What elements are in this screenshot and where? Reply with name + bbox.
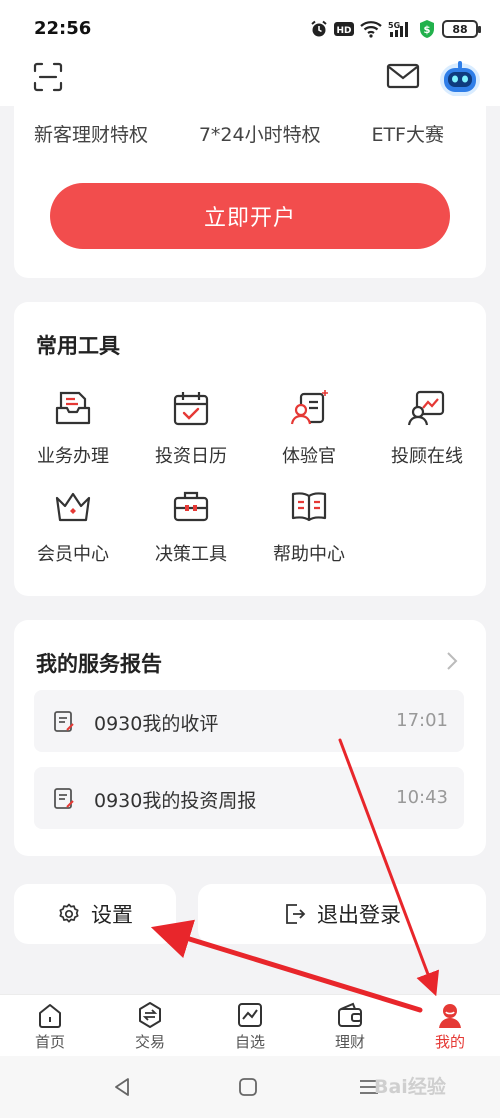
- report-item[interactable]: 0930我的投资周报 10:43: [34, 767, 464, 829]
- service-reports-card: 我的服务报告 0930我的收评 17:01 0930我的投资周报 10:43: [14, 620, 486, 856]
- back-icon[interactable]: [112, 1076, 132, 1098]
- tab-home[interactable]: 首页: [0, 995, 100, 1057]
- mail-icon[interactable]: [386, 63, 420, 89]
- account-card: 新客理财特权 7*24小时特权 ETF大赛 立即开户: [14, 96, 486, 278]
- wallet-icon: [338, 1002, 362, 1027]
- wifi-icon: [360, 21, 382, 38]
- tool-label: 决策工具: [155, 544, 227, 565]
- tool-member-center[interactable]: 会员中心: [14, 486, 132, 582]
- tool-business[interactable]: 业务办理: [14, 388, 132, 484]
- logout-button-content: 退出登录: [198, 884, 486, 944]
- home-nav-icon[interactable]: [238, 1077, 258, 1097]
- tab-label: 我的: [434, 1033, 465, 1051]
- privileges-row: 新客理财特权 7*24小时特权 ETF大赛: [14, 120, 486, 147]
- watermark: Bai经验: [374, 1075, 447, 1098]
- advisor-online-icon: [407, 390, 445, 426]
- calendar-icon: [173, 392, 209, 426]
- report-time: 10:43: [396, 787, 448, 808]
- tab-label: 交易: [134, 1033, 165, 1051]
- privilege-item[interactable]: 7*24小时特权: [199, 120, 321, 147]
- svg-text:$: $: [424, 25, 431, 36]
- logout-label: 退出登录: [317, 903, 401, 927]
- tool-experience-officer[interactable]: 体验官: [250, 388, 368, 484]
- home-icon: [39, 1004, 61, 1028]
- chevron-right-icon[interactable]: [444, 650, 460, 672]
- trade-icon: [139, 1002, 161, 1028]
- report-item[interactable]: 0930我的收评 17:01: [34, 690, 464, 752]
- tool-label: 业务办理: [37, 446, 109, 467]
- settings-button-content: 设置: [14, 884, 176, 944]
- crown-icon: [55, 492, 91, 522]
- tool-label: 会员中心: [37, 544, 109, 565]
- security-shield-icon: $: [420, 20, 434, 38]
- battery-icon: 88: [442, 20, 481, 38]
- toolbox-icon: [173, 491, 209, 522]
- tool-label: 体验官: [282, 446, 336, 467]
- tab-label: 理财: [334, 1033, 365, 1051]
- bottom-tab-bar: 首页 交易 自选 理财 我的: [0, 994, 500, 1056]
- report-title: 0930我的投资周报: [94, 790, 257, 812]
- scan-icon[interactable]: [32, 61, 64, 93]
- logout-icon: [286, 904, 306, 924]
- logout-button[interactable]: 退出登录: [198, 884, 486, 944]
- report-doc-icon: [54, 788, 74, 809]
- business-icon: [55, 391, 91, 425]
- watchlist-icon: [238, 1003, 262, 1027]
- report-time: 17:01: [396, 710, 448, 731]
- tool-label: 投资日历: [155, 446, 227, 467]
- system-nav-bar: Bai经验: [0, 1056, 500, 1118]
- status-icons: HD 5G $ 88: [310, 18, 481, 40]
- status-bar: 22:56 HD 5G $ 88: [0, 0, 500, 58]
- settings-label: 设置: [91, 903, 133, 927]
- book-icon: [291, 492, 327, 522]
- profile-icon: [439, 1004, 461, 1028]
- gear-icon: [59, 903, 79, 923]
- tab-trade[interactable]: 交易: [100, 995, 200, 1057]
- tool-label: 帮助中心: [273, 544, 345, 565]
- signal-5g-icon: 5G: [388, 21, 408, 37]
- svg-text:HD: HD: [336, 26, 351, 36]
- tab-label: 首页: [34, 1033, 65, 1051]
- privilege-item[interactable]: 新客理财特权: [34, 120, 148, 147]
- svg-text:5G: 5G: [388, 21, 400, 30]
- report-title: 0930我的收评: [94, 713, 219, 735]
- tool-calendar[interactable]: 投资日历: [132, 388, 250, 484]
- tab-label: 自选: [234, 1033, 265, 1051]
- settings-button[interactable]: 设置: [14, 884, 176, 944]
- tools-card: 常用工具 业务办理 投资日历 体验官 投顾在线 会员中心 决策工具 帮助中心: [14, 302, 486, 596]
- svg-text:Bai经验: Bai经验: [374, 1075, 447, 1098]
- open-account-button[interactable]: 立即开户: [50, 183, 450, 249]
- report-doc-icon: [54, 711, 74, 732]
- reports-title: 我的服务报告: [36, 652, 162, 676]
- robot-assistant-avatar[interactable]: [438, 58, 482, 98]
- alarm-icon: [311, 20, 327, 37]
- tool-help-center[interactable]: 帮助中心: [250, 486, 368, 582]
- tool-label: 投顾在线: [391, 446, 463, 467]
- experience-officer-icon: [290, 390, 328, 425]
- tool-decision[interactable]: 决策工具: [132, 486, 250, 582]
- tools-title: 常用工具: [36, 334, 120, 358]
- privilege-item[interactable]: ETF大赛: [371, 120, 444, 147]
- tool-advisor-online[interactable]: 投顾在线: [368, 388, 486, 484]
- status-time: 22:56: [34, 18, 92, 39]
- tab-profile[interactable]: 我的: [400, 995, 500, 1057]
- hd-icon: HD: [334, 22, 354, 36]
- tab-watchlist[interactable]: 自选: [200, 995, 300, 1057]
- tab-wealth[interactable]: 理财: [300, 995, 400, 1057]
